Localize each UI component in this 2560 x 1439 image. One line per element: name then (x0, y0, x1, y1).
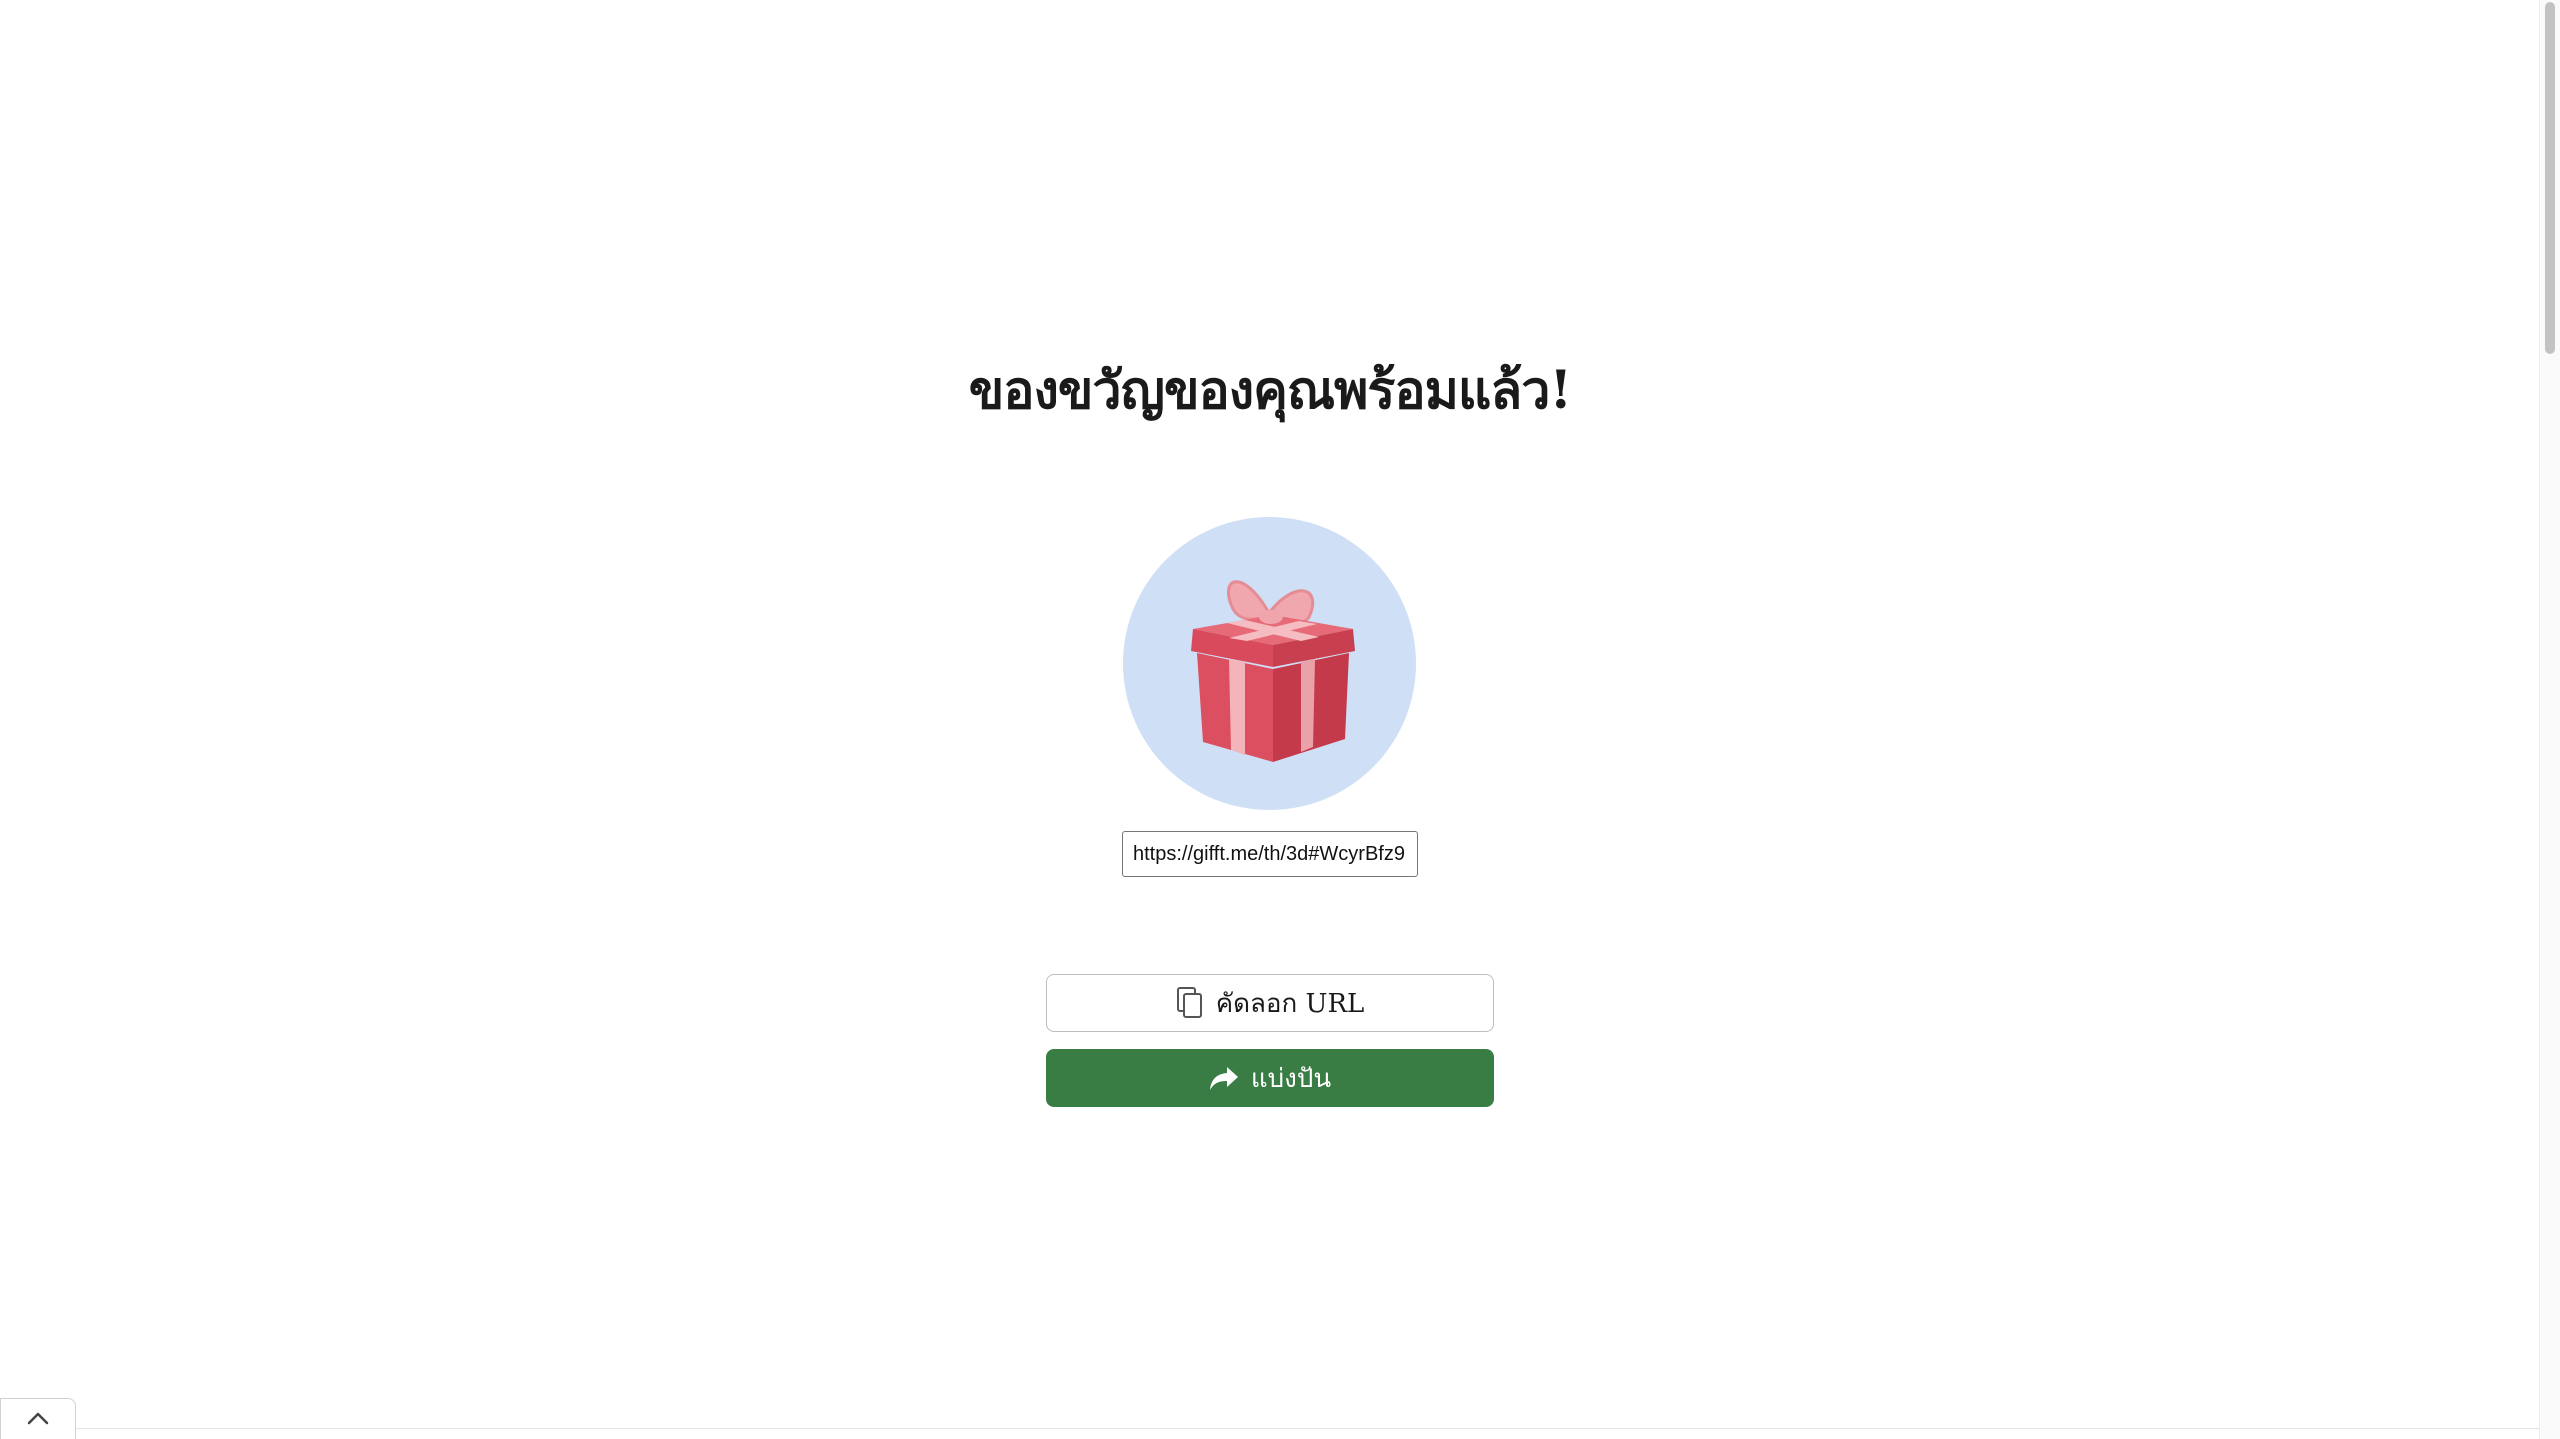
page-title: ของขวัญของคุณพร้อมแล้ว! (968, 360, 1573, 421)
copy-icon (1176, 986, 1204, 1020)
footer-toggle-button[interactable] (0, 1398, 76, 1439)
share-label: แบ่งปัน (1250, 1063, 1332, 1094)
footer-divider (0, 1428, 2540, 1429)
vertical-scrollbar[interactable] (2539, 0, 2560, 1439)
gift-box-icon (1191, 580, 1355, 762)
copy-url-button[interactable]: คัดลอก URL (1046, 974, 1494, 1032)
gift-image (1123, 517, 1416, 810)
chevron-up-icon (27, 1410, 49, 1429)
copy-url-label: คัดลอก URL (1215, 988, 1365, 1019)
gift-ready-page: ของขวัญของคุณพร้อมแล้ว! https://gifft.me… (0, 0, 2560, 1439)
scrollbar-thumb[interactable] (2545, 2, 2555, 354)
share-arrow-icon (1209, 1065, 1239, 1091)
share-button[interactable]: แบ่งปัน (1046, 1049, 1494, 1107)
gift-url-field[interactable] (1122, 831, 1418, 877)
